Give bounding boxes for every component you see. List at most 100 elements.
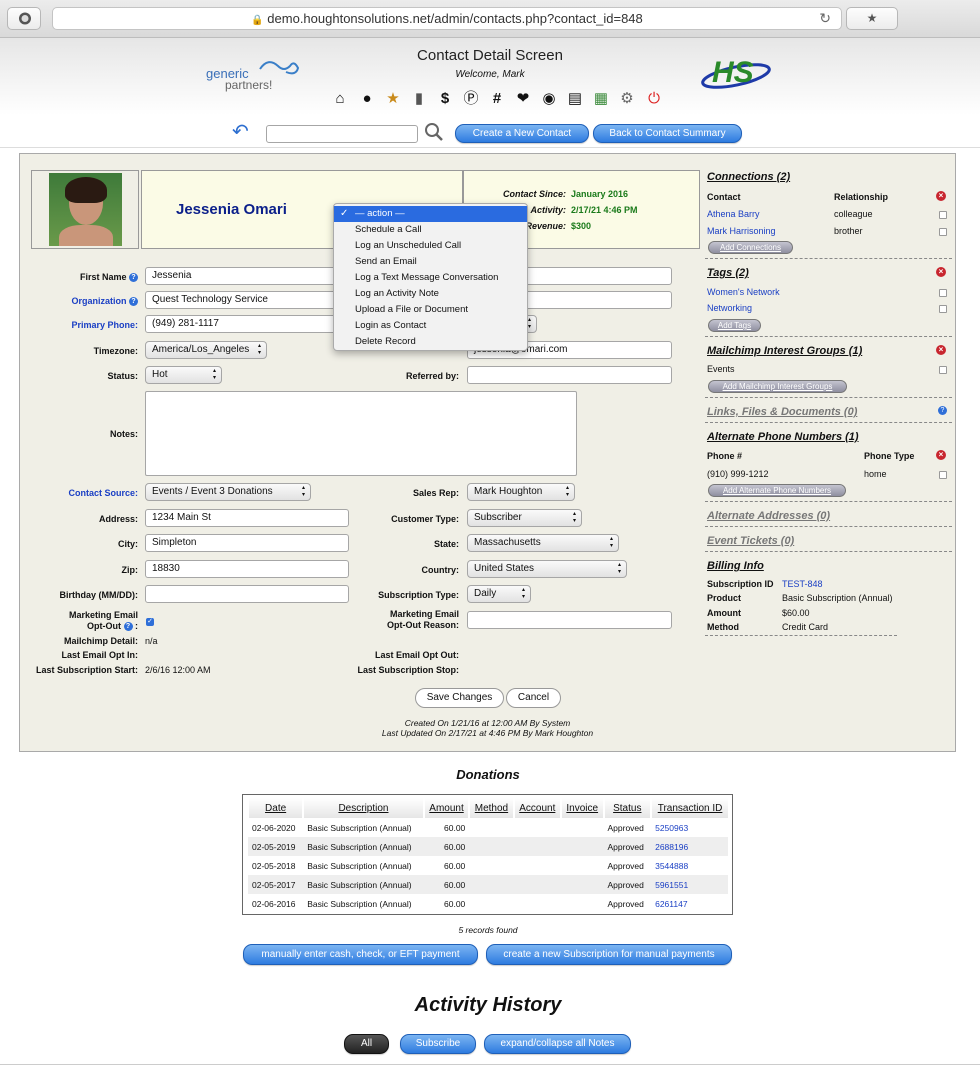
back-to-summary-button[interactable]: Back to Contact Summary	[593, 124, 742, 143]
undo-icon[interactable]: ↶	[232, 122, 249, 142]
alt-address-title[interactable]: Alternate Addresses (0)	[707, 510, 830, 522]
address-bar[interactable]: 🔒 demo.houghtonsolutions.net/admin/conta…	[52, 7, 842, 30]
close-icon[interactable]: ×	[936, 450, 946, 460]
connection-name[interactable]: Athena Barry	[707, 208, 760, 220]
manual-payment-button[interactable]: manually enter cash, check, or EFT payme…	[243, 944, 478, 965]
filter-subscribe-button[interactable]: Subscribe	[400, 1034, 476, 1054]
home-icon[interactable]: ⌂	[331, 90, 349, 108]
close-icon[interactable]: ×	[936, 191, 946, 201]
contact-source-label[interactable]: Contact Source:	[30, 487, 138, 499]
sales-rep-select[interactable]: Mark Houghton	[467, 483, 575, 501]
billing-value[interactable]: TEST-848	[782, 578, 823, 590]
menu-item-action[interactable]: — action —	[334, 206, 527, 222]
address-field[interactable]: 1234 Main St	[145, 509, 349, 527]
transaction-link[interactable]: 5250963	[651, 818, 728, 837]
new-subscription-button[interactable]: create a new Subscription for manual pay…	[486, 944, 732, 965]
marketing-optout-checkbox[interactable]: ✓	[146, 618, 154, 626]
connection-name[interactable]: Mark Harrisoning	[707, 225, 776, 237]
col-header[interactable]: Amount	[422, 798, 470, 818]
tag-checkbox[interactable]	[939, 305, 947, 313]
links-title[interactable]: Links, Files & Documents (0)	[707, 406, 857, 418]
handshake-heart-icon[interactable]: ❤	[514, 90, 532, 108]
search-icon[interactable]	[424, 122, 444, 145]
add-alt-phone-button[interactable]: Add Alternate Phone Numbers	[708, 484, 846, 497]
referred-field[interactable]	[467, 366, 672, 384]
first-name-field[interactable]: Jessenia	[145, 267, 349, 285]
menu-item-delete[interactable]: Delete Record	[334, 334, 527, 350]
dollar-circle-icon[interactable]: Ⓟ	[462, 90, 480, 108]
state-select[interactable]: Massachusetts	[467, 534, 619, 552]
save-changes-button[interactable]: Save Changes	[415, 688, 504, 708]
menu-item-login-as[interactable]: Login as Contact	[334, 318, 527, 334]
close-icon[interactable]: ×	[936, 267, 946, 277]
menu-item-log-text[interactable]: Log a Text Message Conversation	[334, 270, 527, 286]
star-icon[interactable]: ★	[384, 90, 402, 108]
close-icon[interactable]: ×	[936, 345, 946, 355]
col-header[interactable]: Date	[246, 798, 304, 818]
country-select[interactable]: United States	[467, 560, 627, 578]
add-tags-button[interactable]: Add Tags	[708, 319, 761, 332]
col-header[interactable]: Method	[468, 798, 514, 818]
cancel-button[interactable]: Cancel	[506, 688, 561, 708]
person-icon[interactable]: ●	[358, 90, 376, 108]
menu-item-upload[interactable]: Upload a File or Document	[334, 302, 527, 318]
help-icon[interactable]: ?	[938, 406, 947, 415]
help-icon[interactable]: ?	[123, 622, 133, 631]
gear-icon[interactable]: ⚙	[618, 90, 636, 108]
power-icon[interactable]: ⏻	[645, 90, 663, 108]
tag-icon[interactable]: ▮	[410, 90, 428, 108]
hash-icon[interactable]: #	[488, 90, 506, 108]
add-mailchimp-button[interactable]: Add Mailchimp Interest Groups	[708, 380, 847, 393]
menu-item-schedule-call[interactable]: Schedule a Call	[334, 222, 527, 238]
subscription-type-select[interactable]: Daily	[467, 585, 531, 603]
organization-field[interactable]: Quest Technology Service	[145, 291, 349, 309]
bookmark-button[interactable]: ★	[846, 7, 898, 30]
organization-label[interactable]: Organization ?	[30, 295, 138, 307]
dollar-icon[interactable]: $	[436, 90, 454, 108]
optout-reason-field[interactable]	[467, 611, 672, 629]
connection-checkbox[interactable]	[939, 228, 947, 236]
connections-title[interactable]: Connections (2)	[707, 171, 790, 183]
alt-phone-title[interactable]: Alternate Phone Numbers (1)	[707, 431, 859, 443]
search-input[interactable]	[266, 125, 418, 143]
menu-item-log-note[interactable]: Log an Activity Note	[334, 286, 527, 302]
contact-source-select[interactable]: Events / Event 3 Donations	[145, 483, 311, 501]
help-icon[interactable]: ?	[129, 273, 138, 282]
tag-item[interactable]: Women's Network	[707, 286, 780, 298]
birthday-field[interactable]	[145, 585, 349, 603]
menu-item-send-email[interactable]: Send an Email	[334, 254, 527, 270]
col-header[interactable]: Status	[602, 798, 652, 818]
tag-checkbox[interactable]	[939, 289, 947, 297]
alt-phone-checkbox[interactable]	[939, 471, 947, 479]
transaction-link[interactable]: 5961551	[651, 875, 728, 894]
customer-type-select[interactable]: Subscriber	[467, 509, 582, 527]
chart-icon[interactable]: ▦	[592, 90, 610, 108]
reload-icon[interactable]: ↻	[819, 8, 831, 29]
add-connections-button[interactable]: Add Connections	[708, 241, 793, 254]
mailchimp-checkbox[interactable]	[939, 366, 947, 374]
col-header[interactable]: Account	[512, 798, 561, 818]
menu-item-log-call[interactable]: Log an Unscheduled Call	[334, 238, 527, 254]
zip-field[interactable]: 18830	[145, 560, 349, 578]
filter-all-button[interactable]: All	[344, 1034, 389, 1054]
status-select[interactable]: Hot	[145, 366, 222, 384]
timezone-select[interactable]: America/Los_Angeles	[145, 341, 267, 359]
event-tickets-title[interactable]: Event Tickets (0)	[707, 535, 794, 547]
expand-collapse-notes-button[interactable]: expand/collapse all Notes	[484, 1034, 631, 1054]
col-header[interactable]: Transaction ID	[650, 798, 728, 818]
balloons-icon[interactable]: ◉	[540, 90, 558, 108]
primary-phone-field[interactable]: (949) 281-1117	[145, 315, 349, 333]
transaction-link[interactable]: 3544888	[651, 856, 728, 875]
transaction-link[interactable]: 2688196	[651, 837, 728, 856]
tag-item[interactable]: Networking	[707, 302, 752, 314]
site-icon-button[interactable]	[7, 7, 41, 30]
connection-checkbox[interactable]	[939, 211, 947, 219]
create-contact-button[interactable]: Create a New Contact	[455, 124, 589, 143]
tags-title[interactable]: Tags (2)	[707, 267, 749, 279]
primary-phone-label[interactable]: Primary Phone:	[30, 319, 138, 331]
clipboard-icon[interactable]: ▤	[566, 90, 584, 108]
action-menu[interactable]: — action — ✓ Schedule a Call Log an Unsc…	[333, 203, 528, 351]
city-field[interactable]: Simpleton	[145, 534, 349, 552]
notes-textarea[interactable]	[145, 391, 577, 476]
col-header[interactable]: Invoice	[559, 798, 604, 818]
